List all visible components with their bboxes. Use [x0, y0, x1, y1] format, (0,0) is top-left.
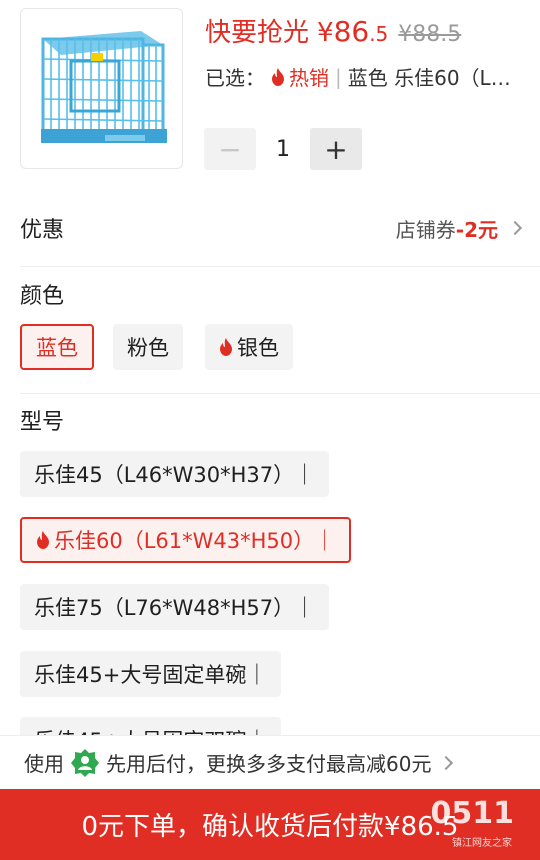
- model-option-75[interactable]: 乐佳75（L76*W48*H57）｜: [20, 584, 330, 630]
- price-symbol: ¥: [317, 18, 334, 48]
- model-option-label: 乐佳60（L61*W43*H50）｜: [54, 529, 336, 553]
- decrease-button[interactable]: −: [204, 128, 256, 170]
- pay-later-text: 先用后付，更换多多支付最高减60元: [106, 752, 432, 776]
- hot-label: 热销: [289, 66, 329, 90]
- divider: [20, 393, 540, 394]
- hurry-text: 快要抢光: [205, 18, 310, 48]
- coupon-text: 店铺券: [395, 217, 456, 242]
- chevron-right-icon: [439, 755, 454, 770]
- chevron-right-icon: [507, 220, 523, 236]
- flame-icon: [272, 67, 284, 86]
- pay-later-bar[interactable]: 使用 先用后付，更换多多支付最高减60元: [0, 735, 540, 789]
- model-option-60[interactable]: 乐佳60（L61*W43*H50）｜: [20, 517, 352, 563]
- selected-spec: 蓝色 乐佳60（L…: [347, 66, 511, 90]
- color-option-label: 银色: [237, 336, 279, 360]
- model-section-title: 型号: [20, 410, 65, 435]
- product-image[interactable]: [20, 8, 183, 169]
- model-option-45-single-bowl[interactable]: 乐佳45+大号固定单碗｜: [20, 651, 282, 697]
- quantity-value[interactable]: 1: [256, 137, 310, 162]
- pay-later-badge-icon: [71, 748, 99, 777]
- pay-prefix: 使用: [24, 752, 64, 776]
- watermark-subtitle: 镇江网友之家: [452, 838, 512, 849]
- color-option-silver[interactable]: 银色: [205, 324, 293, 370]
- quantity-stepper: − 1 +: [204, 128, 362, 170]
- coupon-row[interactable]: 优惠 店铺券 -2元: [20, 205, 523, 251]
- hot-badge: 热销: [271, 62, 329, 91]
- separator: |: [335, 64, 342, 89]
- selected-label: 已选：: [205, 66, 265, 90]
- coupon-info: 店铺券 -2元: [395, 214, 523, 243]
- price-integer: 86: [333, 15, 370, 48]
- watermark-logo: 0511: [430, 796, 515, 831]
- color-option-blue[interactable]: 蓝色: [20, 324, 94, 370]
- flame-icon: [37, 531, 49, 549]
- coupon-amount: -2元: [455, 217, 498, 242]
- color-option-pink[interactable]: 粉色: [113, 324, 183, 370]
- price-decimal: .5: [369, 22, 389, 46]
- flame-icon: [220, 338, 232, 356]
- color-section-title: 颜色: [20, 284, 65, 309]
- coupon-title: 优惠: [20, 218, 65, 243]
- selected-spec-line: 已选： 热销 | 蓝色 乐佳60（L…: [205, 62, 511, 91]
- price-line: 快要抢光 ¥ 86 .5 ¥88.5: [205, 12, 461, 49]
- pet-cage-image: [41, 31, 167, 143]
- model-option-45[interactable]: 乐佳45（L46*W30*H37）｜: [20, 451, 330, 497]
- increase-button[interactable]: +: [310, 128, 362, 170]
- divider: [20, 266, 540, 267]
- original-price: ¥88.5: [398, 22, 462, 47]
